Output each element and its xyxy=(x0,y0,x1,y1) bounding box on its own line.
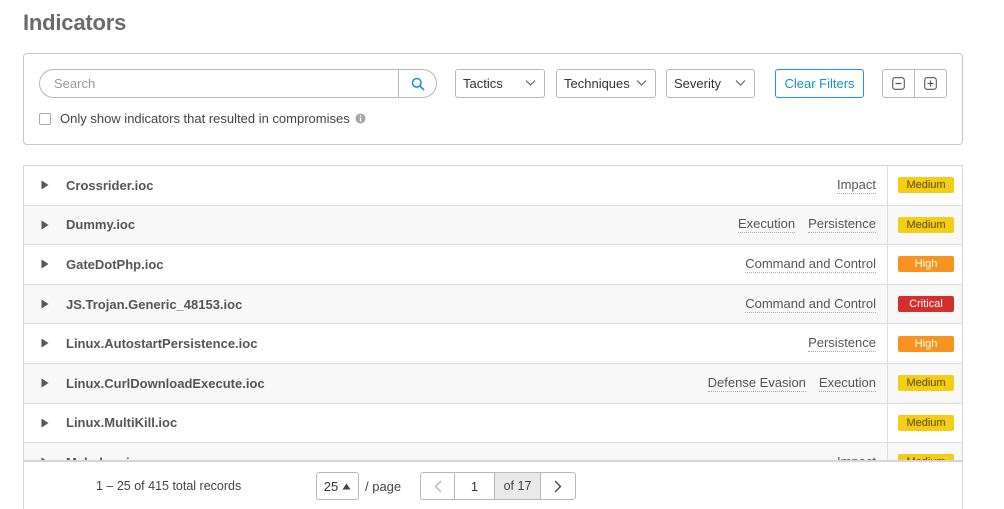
table-row[interactable]: JS.Trojan.Generic_48153.ioc Command and C… xyxy=(24,284,962,325)
page-number-input[interactable] xyxy=(455,473,495,499)
table-row[interactable]: Mshelper.iocImpactMedium xyxy=(24,443,962,460)
pager: of 17 xyxy=(420,472,576,500)
prev-page-button[interactable] xyxy=(421,473,455,499)
compromise-checkbox[interactable] xyxy=(39,112,51,125)
indicator-tactics: Impact xyxy=(836,177,876,194)
tactic-tag[interactable]: Persistence xyxy=(808,335,876,353)
search-button[interactable] xyxy=(398,70,436,97)
severity-dropdown-label: Severity xyxy=(674,76,721,91)
tactic-tag[interactable]: Execution xyxy=(737,216,796,234)
table-row[interactable]: Dummy.ioc Execution Persistence Medium xyxy=(24,205,962,246)
caret-right-icon[interactable] xyxy=(41,418,49,428)
tactic-tag[interactable]: Persistence xyxy=(808,216,876,234)
indicator-table: Crossrider.ioc Impact Medium Dummy.ioc Execu… xyxy=(23,165,963,461)
search-input[interactable] xyxy=(40,70,398,97)
column-divider xyxy=(887,363,888,403)
column-divider xyxy=(887,324,888,363)
severity-badge: Medium xyxy=(898,375,954,392)
search-box xyxy=(39,69,437,98)
pagination-bar: 1 – 25 of 415 total records 25 / page of… xyxy=(23,461,963,509)
severity-dropdown[interactable]: Severity xyxy=(666,69,755,98)
next-page-button[interactable] xyxy=(541,473,575,499)
severity-badge: High xyxy=(898,335,954,352)
table-row[interactable]: Linux.AutostartPersistence.ioc Persistenc… xyxy=(24,324,962,364)
indicator-name: Linux.AutostartPersistence.ioc xyxy=(66,336,258,352)
caret-right-icon[interactable] xyxy=(41,180,49,190)
indicator-tactics: Impact xyxy=(837,454,876,460)
table-row[interactable]: Crossrider.ioc Impact Medium xyxy=(24,166,962,206)
filter-panel: Tactics Techniques Severity Clear Filter… xyxy=(23,53,963,145)
caret-right-icon[interactable] xyxy=(41,220,49,230)
page-title: Indicators xyxy=(23,10,127,35)
techniques-dropdown-label: Techniques xyxy=(564,76,630,91)
column-divider xyxy=(887,245,888,284)
caret-right-icon[interactable] xyxy=(41,378,49,388)
caret-right-icon[interactable] xyxy=(41,299,49,309)
tactic-tag[interactable]: Command and Control xyxy=(745,296,876,313)
column-divider xyxy=(887,205,888,245)
column-divider xyxy=(887,443,888,460)
indicator-name: Crossrider.ioc xyxy=(66,177,154,193)
table-row[interactable]: Linux.MultiKill.ioc Medium xyxy=(24,403,962,444)
severity-badge: High xyxy=(898,256,954,273)
tactics-dropdown[interactable]: Tactics xyxy=(455,69,545,98)
page-total: of 17 xyxy=(495,473,541,499)
chevron-left-icon xyxy=(434,480,441,492)
indicator-tactics: Execution Persistence xyxy=(737,216,876,234)
tactic-tag[interactable]: Command and Control xyxy=(745,256,876,273)
indicator-name: Linux.CurlDownloadExecute.ioc xyxy=(66,375,265,391)
per-page-label: / page xyxy=(365,479,402,494)
indicator-tactics: Persistence xyxy=(808,335,876,353)
chevron-down-icon xyxy=(735,80,746,86)
tactic-tag[interactable]: Impact xyxy=(837,454,876,460)
info-icon[interactable] xyxy=(355,113,366,124)
minus-square-icon xyxy=(892,77,905,90)
caret-right-icon[interactable] xyxy=(41,259,49,269)
clear-filters-button[interactable]: Clear Filters xyxy=(775,69,864,98)
indicator-name: GateDotPhp.ioc xyxy=(66,256,164,272)
compromise-label: Only show indicators that resulted in co… xyxy=(60,111,350,126)
indicator-tactics: Command and Control xyxy=(745,296,876,313)
column-divider xyxy=(887,403,888,443)
tactic-tag[interactable]: Defense Evasion xyxy=(707,375,806,392)
collapse-all-button[interactable] xyxy=(882,69,915,98)
caret-up-icon xyxy=(342,483,351,489)
search-icon xyxy=(411,77,424,90)
techniques-dropdown[interactable]: Techniques xyxy=(556,69,656,98)
chevron-down-icon xyxy=(636,80,647,86)
severity-badge: Critical xyxy=(898,296,954,313)
chevron-right-icon xyxy=(554,480,562,492)
compromise-filter: Only show indicators that resulted in co… xyxy=(39,111,366,126)
table-row[interactable]: GateDotPhp.ioc Command and Control High xyxy=(24,245,962,285)
column-divider xyxy=(887,284,888,324)
tactic-tag[interactable]: Execution xyxy=(818,375,876,392)
records-count: 1 – 25 of 415 total records xyxy=(96,479,242,493)
chevron-down-icon xyxy=(525,80,536,86)
caret-right-icon[interactable] xyxy=(41,338,49,348)
tactics-dropdown-label: Tactics xyxy=(463,76,503,91)
page-size-select[interactable]: 25 xyxy=(316,472,359,500)
table-row[interactable]: Linux.CurlDownloadExecute.ioc Defense Eva… xyxy=(24,363,962,404)
indicator-name: JS.Trojan.Generic_48153.ioc xyxy=(66,296,243,312)
indicator-tactics: Defense Evasion Execution xyxy=(707,375,876,392)
severity-badge: Medium xyxy=(898,177,954,194)
tactic-tag[interactable]: Impact xyxy=(836,177,876,194)
column-divider xyxy=(887,166,888,205)
page-size-value: 25 xyxy=(323,478,339,494)
indicator-tactics: Command and Control xyxy=(745,256,876,273)
expand-all-button[interactable] xyxy=(914,69,947,98)
indicator-name: Linux.MultiKill.ioc xyxy=(66,415,178,431)
severity-badge: Medium xyxy=(898,414,954,431)
severity-badge: Medium xyxy=(898,216,954,233)
indicator-name: Dummy.ioc xyxy=(66,217,136,233)
plus-square-icon xyxy=(924,77,937,90)
